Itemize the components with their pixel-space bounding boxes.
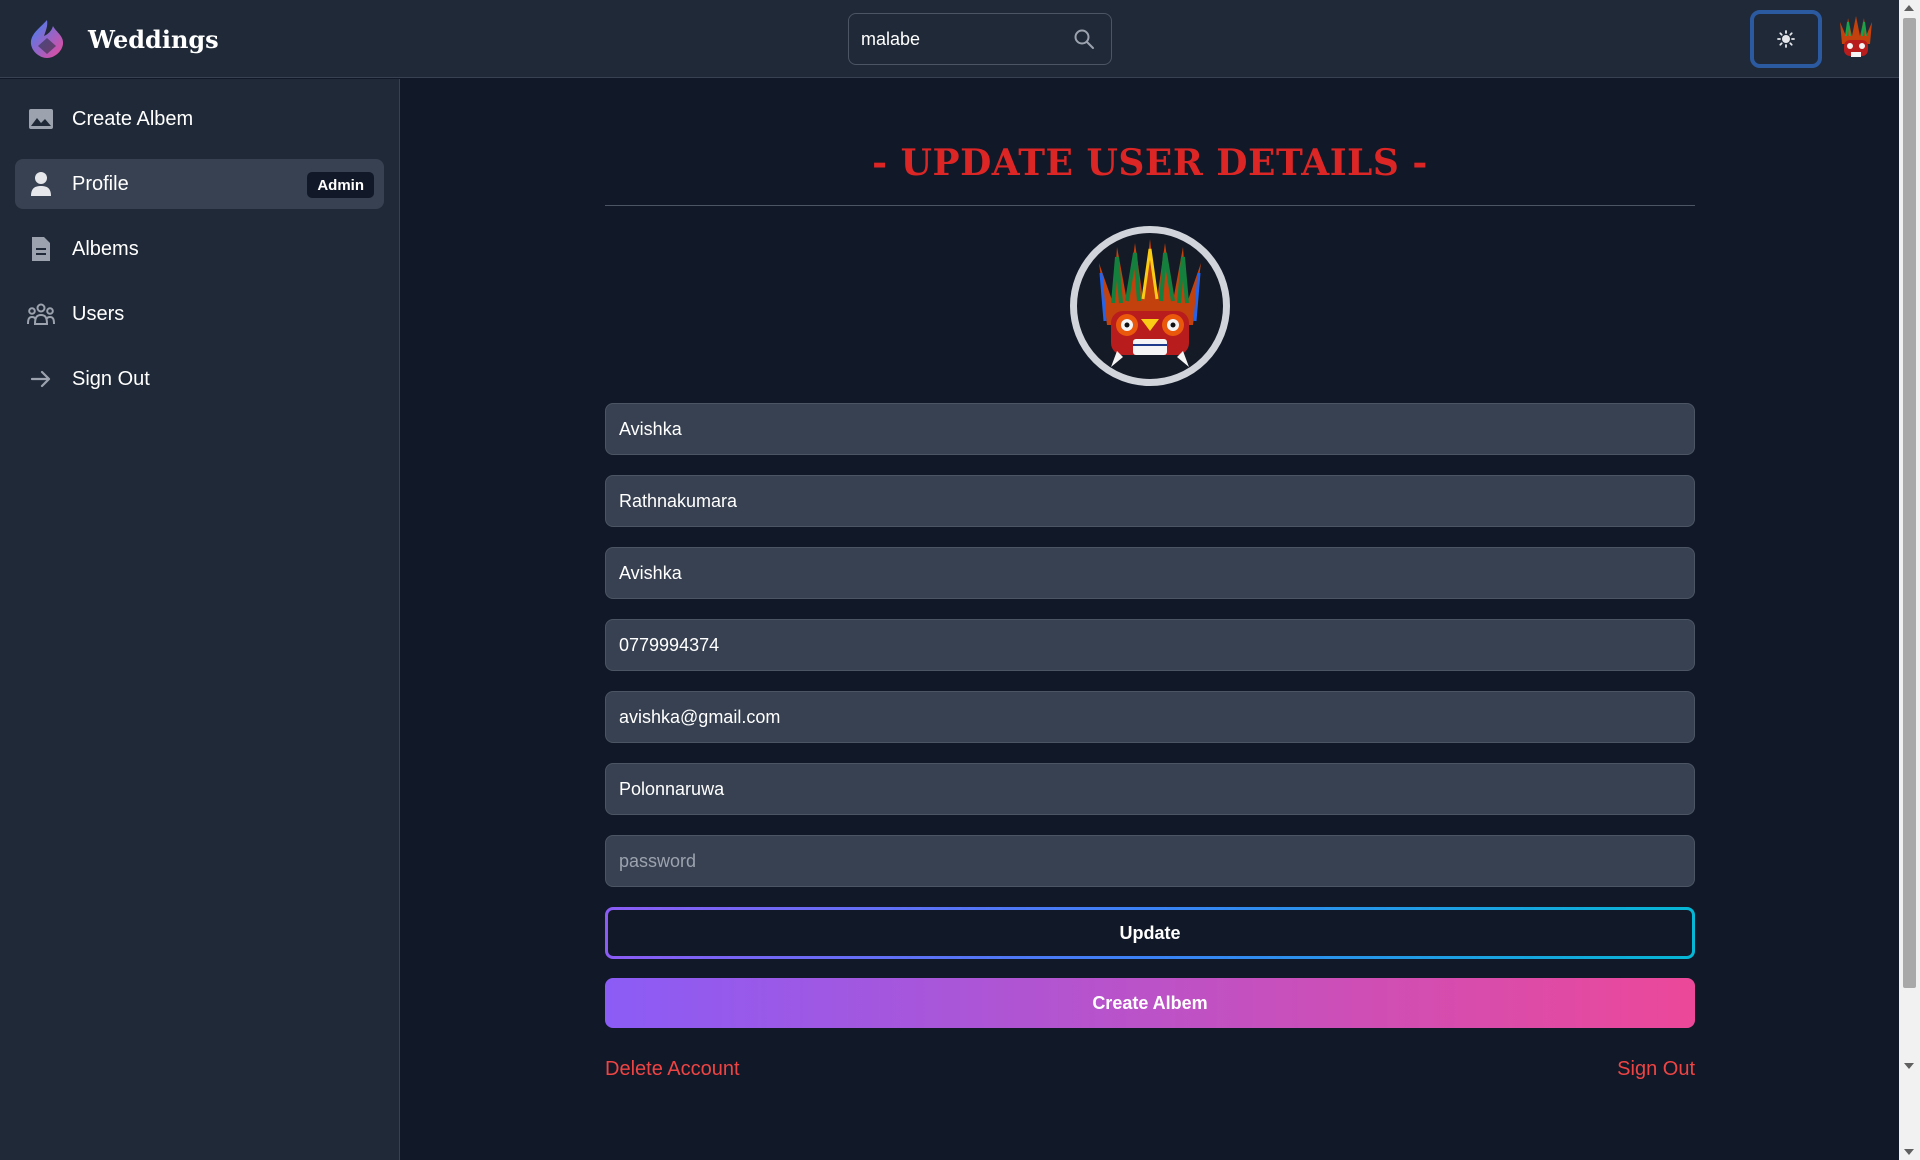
sidebar-item-profile[interactable]: Profile Admin bbox=[15, 159, 384, 209]
brand-logo-icon bbox=[30, 20, 64, 58]
last-name-field[interactable] bbox=[605, 475, 1695, 527]
scroll-thumb[interactable] bbox=[1903, 18, 1916, 988]
sun-icon bbox=[1777, 30, 1795, 48]
sidebar-item-label: Profile bbox=[72, 172, 129, 195]
document-icon bbox=[27, 235, 55, 263]
theme-toggle-button[interactable] bbox=[1750, 10, 1822, 68]
scroll-up-icon[interactable] bbox=[1904, 5, 1914, 11]
sidebar-item-users[interactable]: Users bbox=[15, 289, 384, 339]
phone-field[interactable] bbox=[605, 619, 1695, 671]
sidebar-item-create-albem[interactable]: Create Albem bbox=[15, 94, 384, 144]
scroll-down-icon[interactable] bbox=[1904, 1149, 1914, 1155]
sign-out-link[interactable]: Sign Out bbox=[1617, 1058, 1695, 1081]
sidebar-item-label: Users bbox=[72, 302, 125, 325]
title-divider bbox=[605, 205, 1695, 206]
user-avatar[interactable] bbox=[1832, 14, 1880, 62]
email-field[interactable] bbox=[605, 691, 1695, 743]
update-user-form: - UPDATE USER DETAILS - Avishka Rathnaku… bbox=[605, 79, 1695, 1081]
brand-name: Weddings bbox=[88, 24, 219, 54]
search-input[interactable] bbox=[861, 14, 1061, 64]
brand[interactable]: Weddings bbox=[26, 18, 219, 60]
sidebar-item-label: Sign Out bbox=[72, 367, 150, 390]
user-icon bbox=[27, 170, 55, 198]
search-icon[interactable] bbox=[1073, 28, 1095, 50]
create-albem-button[interactable]: Create Albem bbox=[605, 978, 1695, 1028]
password-field[interactable] bbox=[605, 835, 1695, 887]
top-header: Weddings bbox=[0, 0, 1899, 78]
sidebar-item-albems[interactable]: Albems bbox=[15, 224, 384, 274]
mask-image-icon bbox=[1099, 239, 1201, 367]
users-icon bbox=[27, 300, 55, 328]
role-badge: Admin bbox=[307, 172, 374, 198]
sidebar: Create Albem Profile Admin Albems Users … bbox=[0, 79, 400, 1160]
sidebar-item-label: Albems bbox=[72, 237, 139, 260]
first-name-field[interactable] bbox=[605, 403, 1695, 455]
username-field[interactable] bbox=[605, 547, 1695, 599]
sidebar-item-sign-out[interactable]: Sign Out bbox=[15, 354, 384, 404]
delete-account-link[interactable]: Delete Account bbox=[605, 1058, 740, 1081]
search-box[interactable] bbox=[848, 13, 1112, 65]
account-links: Delete Account Sign Out bbox=[605, 1058, 1695, 1081]
page-scrollbar[interactable] bbox=[1899, 0, 1920, 1160]
sidebar-item-label: Create Albem bbox=[72, 107, 194, 130]
address-field[interactable] bbox=[605, 763, 1695, 815]
arrow-right-icon bbox=[27, 365, 55, 393]
update-button[interactable]: Update bbox=[605, 907, 1695, 959]
page-title: - UPDATE USER DETAILS - bbox=[872, 142, 1428, 184]
form-fields bbox=[605, 403, 1695, 887]
scroll-down-icon[interactable] bbox=[1904, 1063, 1914, 1069]
image-icon bbox=[27, 105, 55, 133]
profile-picture[interactable] bbox=[1070, 226, 1230, 386]
